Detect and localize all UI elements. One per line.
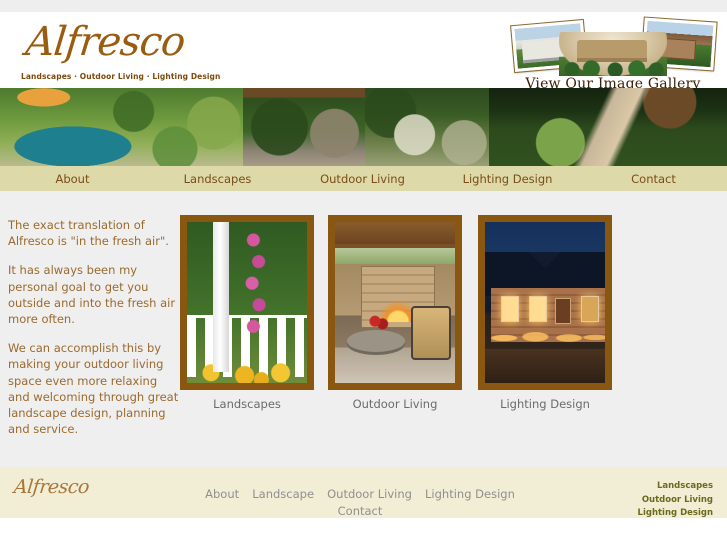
footer-navigation: About Landscape Outdoor Living Lighting … [190,485,530,519]
window-light-detail-1 [501,296,519,322]
footer-link-landscapes[interactable]: Landscapes [638,481,713,493]
footer-nav-about[interactable]: About [205,487,239,501]
feature-image-outdoor-living [328,215,462,390]
landscape-uplight-glow-detail [485,332,605,362]
patio-fireplace-image [335,222,455,383]
site-footer: Alfresco About Landscape Outdoor Living … [0,467,727,518]
nav-item-lighting-design[interactable]: Lighting Design [435,172,580,186]
patio-chair-detail [411,306,451,360]
window-light-detail-2 [529,296,547,322]
site-header: Alfresco Landscapes · Outdoor Living · L… [0,12,727,92]
patio-table-detail [347,330,405,352]
nav-item-contact[interactable]: Contact [580,172,727,186]
intro-paragraph-3: We can accomplish this by making your ou… [8,341,179,437]
site-logo[interactable]: Alfresco Landscapes · Outdoor Living · L… [18,19,220,84]
footer-nav-landscape[interactable]: Landscape [252,487,314,501]
footer-link-lighting-design[interactable]: Lighting Design [638,508,713,520]
top-gray-strip [0,0,727,12]
feature-card-landscapes[interactable]: Landscapes [180,215,314,411]
intro-paragraph-2: It has always been my personal goal to g… [8,263,176,327]
banner-image-patio [365,88,489,166]
feature-caption-outdoor-living: Outdoor Living [352,397,438,411]
banner-image-pergola [243,88,365,166]
night-house-lighting-image [485,222,605,383]
feature-caption-landscapes: Landscapes [213,397,281,411]
banner-image-pool [0,88,243,166]
banner-image-pathway [489,88,727,166]
flowering-vine-detail [243,228,269,348]
page-root: Alfresco Landscapes · Outdoor Living · L… [0,0,727,545]
feature-image-lighting-design [478,215,612,390]
intro-text-block: The exact translation of Alfresco is "in… [8,217,180,437]
picket-fence-garden-image [187,222,307,383]
image-gallery-promo[interactable]: View Our Image Gallery [507,16,719,98]
feature-card-lighting-design[interactable]: Lighting Design [478,215,612,411]
logo-wordmark: Alfresco [23,19,187,65]
footer-logo[interactable]: Alfresco [13,476,90,498]
footer-nav-lighting-design[interactable]: Lighting Design [425,487,515,501]
feature-card-group: Landscapes Outdoor Living Lighting Desig… [180,215,720,415]
feature-caption-lighting-design: Lighting Design [500,397,590,411]
main-content: The exact translation of Alfresco is "in… [0,191,727,467]
footer-nav-contact[interactable]: Contact [338,504,383,518]
pergola-beam-detail [335,222,455,244]
banner-photo-strip [0,88,727,166]
fence-post-detail [213,222,229,372]
gallery-thumbnail-group [507,16,719,78]
footer-service-links: Landscapes Outdoor Living Lighting Desig… [638,481,713,522]
window-light-detail-3 [581,296,599,322]
nav-item-about[interactable]: About [0,172,145,186]
primary-navigation: About Landscapes Outdoor Living Lighting… [0,166,727,191]
rose-bouquet-detail [369,314,389,332]
nav-item-landscapes[interactable]: Landscapes [145,172,290,186]
feature-card-outdoor-living[interactable]: Outdoor Living [328,215,462,411]
footer-link-outdoor-living[interactable]: Outdoor Living [638,495,713,507]
logo-tagline: Landscapes · Outdoor Living · Lighting D… [21,72,221,81]
feature-image-landscapes [180,215,314,390]
front-door-detail [555,298,571,324]
footer-nav-outdoor-living[interactable]: Outdoor Living [327,487,412,501]
intro-paragraph-1: The exact translation of Alfresco is "in… [8,218,169,249]
gallery-photo-center-icon [559,32,667,76]
nav-item-outdoor-living[interactable]: Outdoor Living [290,172,435,186]
